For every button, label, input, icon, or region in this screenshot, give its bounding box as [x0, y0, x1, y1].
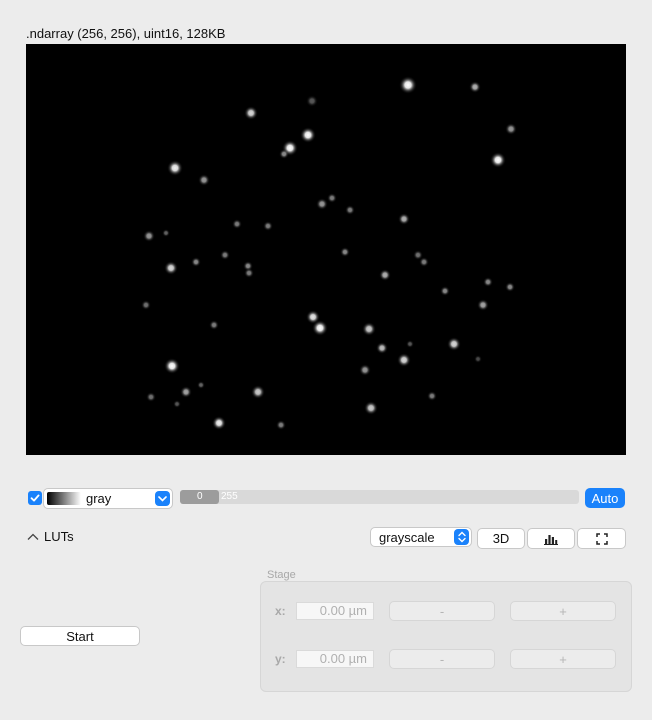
image-canvas[interactable]: [26, 44, 626, 455]
stage-y-label: y:: [275, 652, 286, 666]
fullscreen-icon: [595, 532, 608, 545]
fluorescent-spot: [477, 299, 489, 311]
stage-group-title: Stage: [267, 569, 296, 581]
fluorescent-spot: [505, 123, 517, 135]
fluorescent-spot: [191, 257, 201, 267]
channel-mode-select[interactable]: grayscale: [370, 527, 472, 547]
fluorescent-spot: [505, 282, 515, 292]
colormap-select[interactable]: gray: [43, 488, 173, 509]
image-spots: [141, 76, 517, 430]
stage-y-field[interactable]: 0.00 µm: [296, 650, 374, 668]
fluorescent-spot: [143, 230, 155, 242]
fluorescent-spot: [300, 127, 316, 143]
fluorescent-spot: [359, 364, 371, 376]
fluorescent-spot: [180, 386, 192, 398]
contrast-min-label: 0: [197, 491, 203, 502]
fluorescent-spot: [146, 392, 156, 402]
stage-y-plus-button[interactable]: +: [510, 649, 616, 669]
stage-panel: x: 0.00 µm - + y: 0.00 µm - +: [260, 581, 632, 692]
fullscreen-button[interactable]: [577, 528, 626, 549]
channel-visible-checkbox[interactable]: [28, 491, 42, 505]
colormap-label: gray: [86, 491, 112, 506]
start-button[interactable]: Start: [20, 626, 140, 646]
fluorescent-spot: [220, 250, 230, 260]
fluorescent-spot: [376, 342, 388, 354]
fluorescent-spot: [440, 286, 450, 296]
fluorescent-spot: [397, 353, 411, 367]
histogram-button[interactable]: [527, 528, 575, 549]
fluorescent-spot: [279, 149, 289, 159]
fluorescent-spot: [379, 269, 391, 281]
fluorescent-spot: [198, 174, 210, 186]
stage-x-plus-button[interactable]: +: [510, 601, 616, 621]
fluorescent-spot: [345, 205, 355, 215]
fluorescent-spot: [276, 420, 286, 430]
fluorescent-spot: [474, 355, 482, 363]
fluorescent-spot: [209, 320, 219, 330]
fluorescent-spot: [232, 219, 242, 229]
fluorescent-spot: [469, 81, 481, 93]
stage-x-minus-button[interactable]: -: [389, 601, 495, 621]
checkmark-icon: [30, 494, 40, 502]
fluorescent-spot: [364, 401, 378, 415]
fluorescent-spot: [427, 391, 437, 401]
fluorescent-spot: [162, 229, 170, 237]
up-down-chevron-icon: [454, 529, 469, 545]
fluorescent-spot: [251, 385, 265, 399]
histogram-icon: [544, 534, 558, 545]
fluorescent-spot: [327, 193, 337, 203]
fluorescent-spot: [312, 320, 328, 336]
chevron-down-icon: [155, 491, 170, 506]
fluorescent-spot: [306, 95, 318, 107]
luts-toggle[interactable]: LUTs: [27, 529, 74, 544]
fluorescent-spot: [447, 337, 461, 351]
stage-x-label: x:: [275, 604, 286, 618]
contrast-max-label: 255: [221, 491, 238, 502]
fluorescent-spot: [362, 322, 376, 336]
luts-label: LUTs: [44, 529, 74, 544]
fluorescent-spot: [340, 247, 350, 257]
colormap-gradient-swatch: [47, 492, 81, 505]
chevron-up-icon: [27, 533, 39, 540]
fluorescent-spot: [244, 268, 254, 278]
fluorescent-spot: [212, 416, 226, 430]
fluorescent-spot: [398, 213, 410, 225]
stage-y-minus-button[interactable]: -: [389, 649, 495, 669]
fluorescent-spot: [244, 106, 258, 120]
fluorescent-spot: [173, 400, 181, 408]
toggle-3d-button[interactable]: 3D: [477, 528, 525, 549]
auto-contrast-button[interactable]: Auto: [585, 488, 625, 508]
fluorescent-spot: [164, 261, 178, 275]
stage-x-field[interactable]: 0.00 µm: [296, 602, 374, 620]
fluorescent-spot: [406, 340, 414, 348]
fluorescent-spot: [419, 257, 429, 267]
fluorescent-spot: [490, 152, 506, 168]
fluorescent-spot: [164, 358, 180, 374]
fluorescent-spot: [316, 198, 328, 210]
fluorescent-spot: [483, 277, 493, 287]
contrast-range-slider[interactable]: 0 255: [180, 490, 579, 504]
fluorescent-spot: [197, 381, 205, 389]
fluorescent-spot: [141, 300, 151, 310]
fluorescent-spot: [399, 76, 417, 94]
image-title: .ndarray (256, 256), uint16, 128KB: [26, 26, 226, 41]
fluorescent-spot: [263, 221, 273, 231]
channel-mode-label: grayscale: [379, 530, 435, 545]
fluorescent-spot: [167, 160, 183, 176]
